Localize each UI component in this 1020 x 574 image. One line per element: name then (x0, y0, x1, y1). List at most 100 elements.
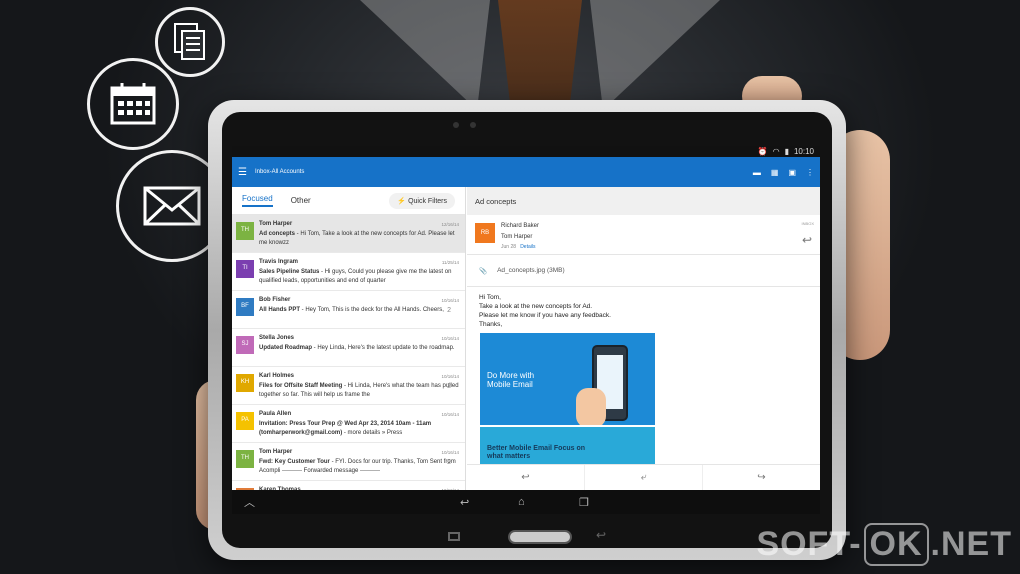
quick-filters-button[interactable]: ⚡ Quick Filters (389, 192, 455, 209)
greeting: Hi Tom, (479, 294, 501, 301)
mail-item[interactable]: TI Travis Ingram Sales Pipeline Status - H… (232, 253, 465, 291)
folder-icon[interactable]: ▬ (753, 168, 761, 177)
avatar: TH (236, 222, 254, 240)
avatar: BF (236, 298, 254, 316)
message-date: Jun 28 (501, 244, 517, 250)
archive-icon[interactable]: ▦ (771, 168, 779, 177)
mail-item[interactable]: KTKaren Thomas10/16/14 (232, 481, 465, 490)
ad-concept-image-2[interactable]: Better Mobile Email Focus on what matter… (480, 427, 655, 467)
ad-image-text-1: Do More with Mobile Email (487, 371, 535, 389)
nav-recents-icon[interactable]: ❐ (579, 496, 589, 509)
mail-item[interactable]: TH Tom Harper Fwd: Key Customer Tour - FYI… (232, 443, 465, 481)
forward-button[interactable]: ↪ (703, 465, 820, 490)
watermark-ok: OK (863, 523, 929, 566)
reply-all-button[interactable]: ⤶ (585, 465, 703, 490)
mail-date: 10/16/14 (441, 336, 459, 341)
hw-back-icon[interactable]: ↩ (596, 528, 606, 542)
sensor (470, 122, 476, 128)
mail-from: Stella Jones (259, 335, 295, 341)
watermark: SOFT- OK .NET (756, 523, 1012, 566)
reading-pane: Ad concepts RB Richard Baker Tom Harper … (467, 187, 820, 490)
watermark-soft: SOFT- (756, 525, 862, 563)
avatar: TH (236, 450, 254, 468)
nav-home-icon[interactable]: ⌂ (518, 496, 525, 508)
avatar: PA (236, 412, 254, 430)
avatar: KH (236, 374, 254, 392)
mail-preview: - Hey Tom, This is the deck for the All … (300, 306, 444, 313)
mail-snippet: Files for Offsite Staff Meeting - Hi Lin… (259, 382, 459, 401)
clock: 10:10 (793, 147, 814, 156)
watermark-net: .NET (930, 525, 1012, 563)
wifi-icon: ◠ (772, 147, 780, 156)
sender-avatar[interactable]: RB (475, 223, 495, 243)
message-list: TH Tom Harper Ad concepts - Hi Tom, Take a… (232, 215, 465, 490)
calendar-icon (87, 58, 179, 150)
mail-preview: - more details » Press (342, 430, 403, 436)
hw-recent-icon[interactable] (448, 532, 460, 541)
mail-date: 10/16/14 (441, 450, 459, 455)
thread-count: 2 (447, 459, 451, 466)
mail-snippet: Ad concepts - Hi Tom, Take a look at the… (259, 230, 459, 249)
reply-button[interactable]: ↩ (467, 465, 585, 490)
mail-snippet: Updated Roadmap - Hey Linda, Here's the … (259, 344, 459, 354)
mail-preview: - Hey Linda, Here's the latest update to… (312, 344, 455, 351)
inbox-title[interactable]: Inbox-All Accounts (255, 169, 304, 175)
mail-snippet: Invitation: Press Tour Prep @ Wed Apr 23… (259, 420, 459, 439)
message-meta: RB Richard Baker Tom Harper Jun 28 Detai… (467, 215, 820, 255)
mail-subject: Files for Offsite Staff Meeting (259, 382, 343, 389)
battery-icon: ▮ (784, 147, 789, 156)
mail-from: Karl Holmes (259, 373, 295, 379)
mail-item[interactable]: PA Paula Allen Invitation: Press Tour Prep… (232, 405, 465, 443)
more-icon[interactable]: ⋮ (806, 168, 814, 177)
message-body: Hi Tom, Take a look at the new concepts … (467, 287, 820, 335)
paperclip-icon: 📎 (479, 267, 488, 275)
home-button[interactable] (508, 530, 572, 544)
tab-focused[interactable]: Focused (242, 194, 273, 207)
app-bar: ☰ Inbox-All Accounts ▬ ▦ ▣ ⋮ (232, 157, 820, 187)
mail-item[interactable]: TH Tom Harper Ad concepts - Hi Tom, Take a… (232, 215, 465, 253)
mail-item[interactable]: KH Karl Holmes Files for Offsite Staff Mee… (232, 367, 465, 405)
status-bar: ⏰ ◠ ▮ 10:10 (232, 146, 820, 157)
tab-other[interactable]: Other (291, 196, 311, 205)
android-nav-bar: ︿ ↩ ⌂ ❐ (232, 490, 820, 514)
app-screen: ⏰ ◠ ▮ 10:10 ☰ Inbox-All Accounts ▬ ▦ ▣ ⋮… (232, 146, 820, 514)
mail-item[interactable]: BF Bob Fisher All Hands PPT - Hey Tom, Thi… (232, 291, 465, 329)
nav-back-icon[interactable]: ↩ (460, 496, 469, 509)
thread-count: 2 (447, 383, 451, 390)
mail-date: 10/16/14 (441, 298, 459, 303)
quick-filters-label: Quick Filters (408, 197, 447, 205)
reply-bar: ↩ ⤶ ↪ (467, 464, 820, 490)
hand-illustration (576, 388, 606, 425)
recipient-name: Tom Harper (501, 234, 533, 240)
front-camera (453, 122, 459, 128)
mail-from: Travis Ingram (259, 259, 299, 265)
menu-icon[interactable]: ☰ (238, 167, 247, 178)
mail-from: Tom Harper (259, 449, 293, 455)
sender-name: Richard Baker (501, 223, 540, 229)
avatar: TI (236, 260, 254, 278)
thread-count: 2 (447, 307, 451, 314)
mail-date: 11/25/14 (441, 260, 459, 265)
mail-date: 10/16/14 (441, 412, 459, 417)
mail-from: Bob Fisher (259, 297, 291, 303)
calendar-action-icon[interactable]: ▣ (788, 168, 796, 177)
mail-subject: Updated Roadmap (259, 344, 313, 351)
body-line-1: Take a look at the new concepts for Ad. (479, 303, 593, 310)
mail-snippet: Sales Pipeline Status - Hi guys, Could y… (259, 268, 459, 287)
reply-icon[interactable]: ↩ (802, 233, 812, 247)
message-date-row: Jun 28 Details (501, 244, 535, 250)
body-thanks: Thanks, (479, 321, 503, 328)
ad-image-text-2: Better Mobile Email Focus on what matter… (487, 445, 586, 460)
avatar: SJ (236, 336, 254, 354)
mail-from: Tom Harper (259, 221, 293, 227)
mail-snippet: Fwd: Key Customer Tour - FYI. Docs for o… (259, 458, 459, 477)
details-link[interactable]: Details (520, 244, 535, 250)
nav-up-icon[interactable]: ︿ (244, 494, 255, 510)
mail-subject: All Hands PPT (259, 306, 301, 313)
mail-item[interactable]: SJ Stella Jones Updated Roadmap - Hey Lind… (232, 329, 465, 367)
mail-subject: Fwd: Key Customer Tour (259, 458, 330, 465)
body-line-2: Please let me know if you have any feedb… (479, 312, 611, 319)
conversation-header: Ad concepts (467, 187, 820, 215)
attachment-row[interactable]: 📎 Ad_concepts.jpg (3MB) (467, 255, 820, 287)
ad-concept-image-1[interactable]: Do More with Mobile Email (480, 333, 655, 425)
